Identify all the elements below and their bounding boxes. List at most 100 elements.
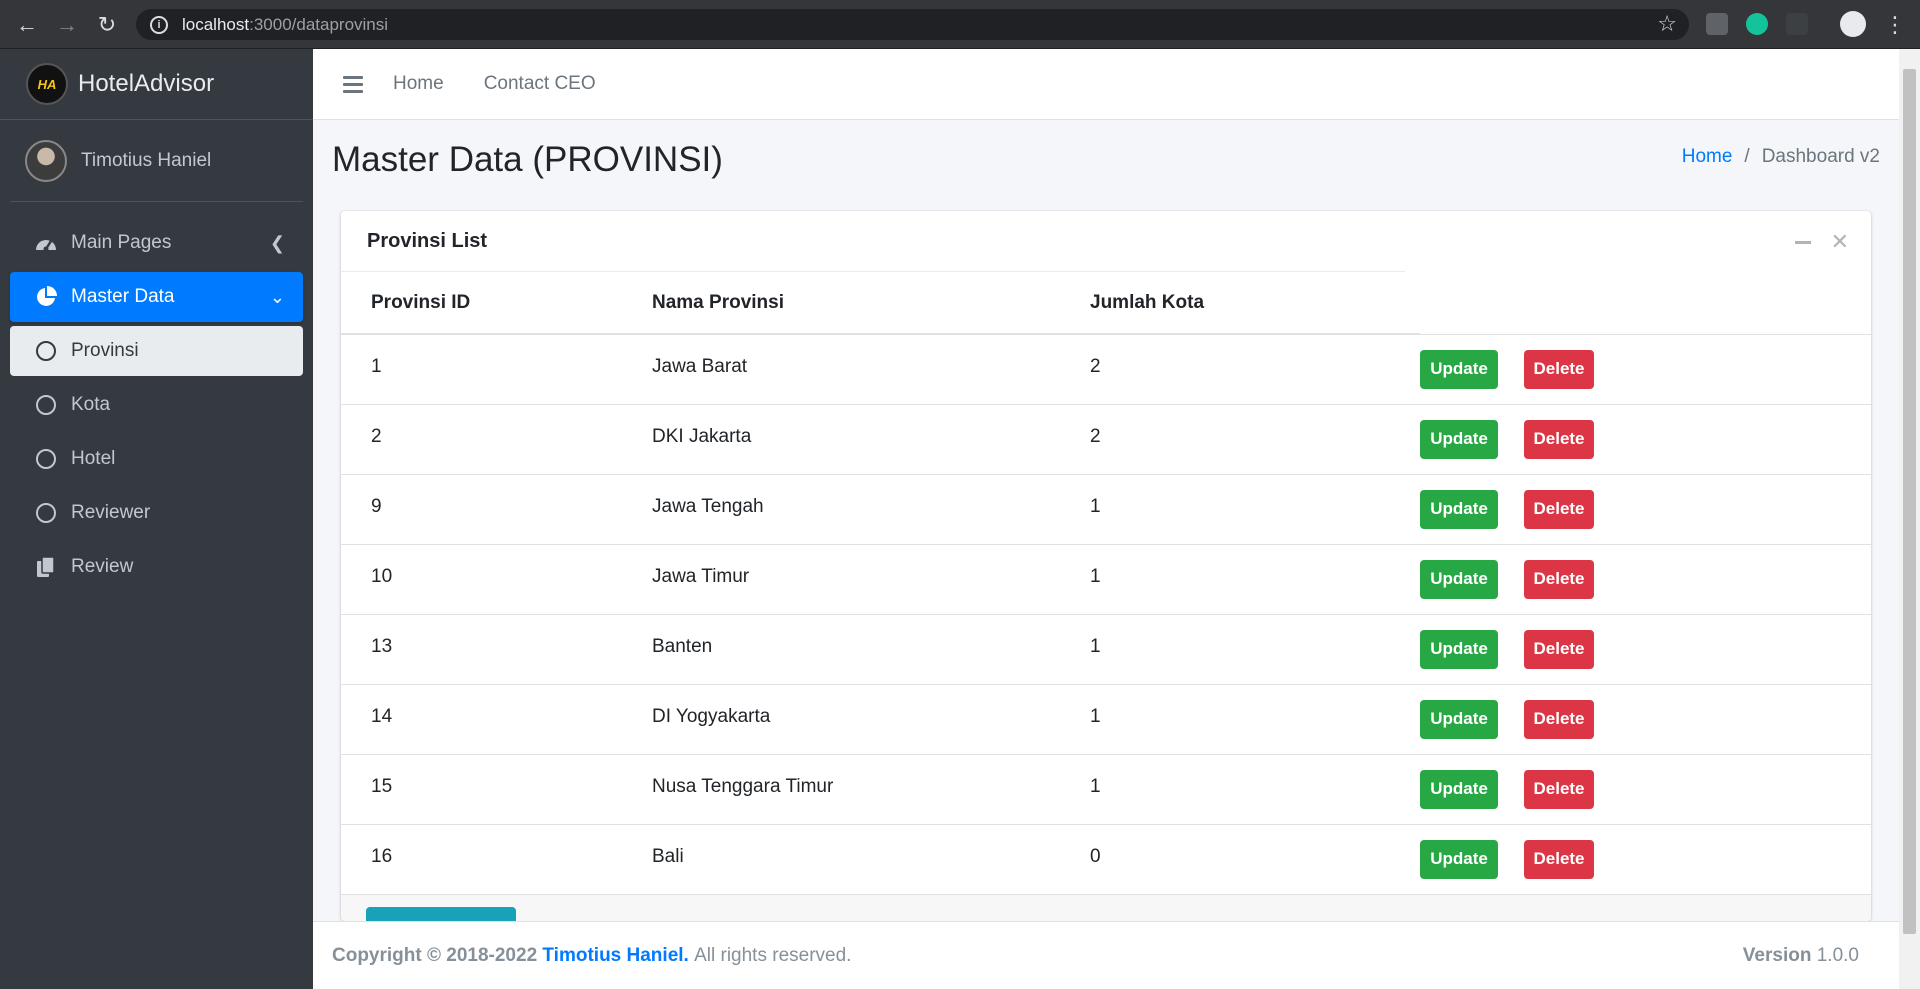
cell-provinsi-id: 9	[341, 473, 652, 544]
update-button[interactable]: Update	[1420, 489, 1498, 529]
update-button[interactable]: Update	[1420, 769, 1498, 809]
circle-icon	[34, 502, 58, 524]
column-header-provinsi-id: Provinsi ID	[341, 272, 652, 335]
cell-nama-provinsi: DI Yogyakarta	[652, 683, 1090, 754]
cell-jumlah-kota: 1	[1090, 613, 1420, 684]
nav-contact-link[interactable]: Contact CEO	[484, 73, 596, 95]
back-icon[interactable]: ←	[12, 10, 42, 40]
add-provinsi-button[interactable]	[366, 907, 516, 921]
profile-avatar-icon[interactable]	[1840, 11, 1866, 37]
table-row: 15 Nusa Tenggara Timur 1 Update Delete	[341, 753, 1871, 824]
delete-button[interactable]: Delete	[1524, 769, 1594, 809]
cell-nama-provinsi: Bali	[652, 823, 1090, 894]
delete-button[interactable]: Delete	[1524, 419, 1594, 459]
sidebar-item-review[interactable]: Review	[10, 542, 303, 592]
bookmark-star-icon[interactable]: ☆	[1657, 11, 1677, 37]
card-footer	[341, 894, 1871, 921]
page-scrollbar[interactable]	[1899, 49, 1920, 989]
cell-actions: Update Delete	[1420, 543, 1871, 614]
cell-provinsi-id: 10	[341, 543, 652, 614]
hamburger-menu-icon[interactable]	[343, 75, 363, 93]
update-button[interactable]: Update	[1420, 629, 1498, 669]
circle-icon	[34, 448, 58, 470]
table-row: 1 Jawa Barat 2 Update Delete	[341, 333, 1871, 404]
address-url[interactable]: localhost:3000/dataprovinsi	[182, 15, 388, 35]
sidebar-item-label: Main Pages	[71, 232, 172, 253]
nav-home-link[interactable]: Home	[393, 73, 444, 95]
cell-provinsi-id: 13	[341, 613, 652, 684]
provinsi-table: Provinsi ID Nama Provinsi Jumlah Kota 1J…	[341, 272, 1871, 894]
sidebar-item-provinsi[interactable]: Provinsi	[10, 326, 303, 376]
update-button[interactable]: Update	[1420, 419, 1498, 459]
delete-button[interactable]: Delete	[1524, 489, 1594, 529]
cell-nama-provinsi: Jawa Tengah	[652, 473, 1090, 544]
cell-provinsi-id: 2	[341, 403, 652, 474]
brand-name: HotelAdvisor	[78, 70, 215, 97]
table-row: 9 Jawa Tengah 1 Update Delete	[341, 473, 1871, 544]
sidebar-item-reviewer[interactable]: Reviewer	[10, 488, 303, 538]
provinsi-card: Provinsi List ✕ Provinsi ID Nama Provins…	[341, 211, 1871, 921]
sidebar-item-label: Master Data	[71, 286, 175, 307]
table-row: 2 DKI Jakarta 2 Update Delete	[341, 403, 1871, 474]
footer-version: Version 1.0.0	[1742, 944, 1859, 966]
circle-icon	[34, 394, 58, 416]
sidebar-item-hotel[interactable]: Hotel	[10, 434, 303, 484]
table-row: 13 Banten 1 Update Delete	[341, 613, 1871, 684]
cell-actions: Update Delete	[1420, 823, 1871, 894]
card-header: Provinsi List	[341, 211, 1405, 272]
table-row: 14 DI Yogyakarta 1 Update Delete	[341, 683, 1871, 754]
footer-author-link[interactable]: Timotius Haniel.	[542, 945, 688, 967]
update-button[interactable]: Update	[1420, 349, 1498, 389]
cell-actions: Update Delete	[1420, 403, 1871, 474]
scrollbar-thumb[interactable]	[1903, 69, 1916, 934]
page-title: Master Data (PROVINSI)	[332, 140, 723, 179]
update-button[interactable]: Update	[1420, 839, 1498, 879]
column-header-jumlah-kota: Jumlah Kota	[1090, 272, 1420, 335]
card-title: Provinsi List	[367, 229, 488, 252]
site-info-icon[interactable]: i	[150, 15, 168, 34]
avatar	[25, 139, 67, 182]
delete-button[interactable]: Delete	[1524, 559, 1594, 599]
forward-icon[interactable]: →	[52, 10, 82, 40]
delete-button[interactable]: Delete	[1524, 349, 1594, 389]
extension-icon[interactable]	[1706, 13, 1728, 35]
sidebar-item-master-data[interactable]: Master Data ⌄	[10, 272, 303, 322]
browser-menu-icon[interactable]: ⋮	[1880, 10, 1910, 40]
cell-jumlah-kota: 1	[1090, 543, 1420, 614]
sidebar-item-label: Reviewer	[71, 502, 151, 523]
sidebar-item-main-pages[interactable]: Main Pages ❮	[10, 218, 303, 268]
extension-pen-icon[interactable]	[1786, 13, 1808, 35]
sidebar-item-kota[interactable]: Kota	[10, 380, 303, 430]
breadcrumb-separator: /	[1744, 146, 1750, 167]
sidebar-item-label: Hotel	[71, 448, 116, 469]
breadcrumb-home-link[interactable]: Home	[1682, 146, 1733, 167]
close-icon[interactable]: ✕	[1831, 229, 1849, 255]
cell-actions: Update Delete	[1420, 333, 1871, 404]
grammarly-icon[interactable]	[1746, 13, 1768, 35]
brand-logo: HA	[26, 63, 68, 105]
table-header-row: Provinsi ID Nama Provinsi Jumlah Kota	[341, 272, 1871, 335]
update-button[interactable]: Update	[1420, 699, 1498, 739]
cell-jumlah-kota: 2	[1090, 333, 1420, 404]
collapse-icon[interactable]	[1794, 241, 1811, 244]
brand-link[interactable]: HA HotelAdvisor	[0, 49, 313, 120]
user-name[interactable]: Timotius Haniel	[81, 150, 211, 172]
delete-button[interactable]: Delete	[1524, 699, 1594, 739]
update-button[interactable]: Update	[1420, 559, 1498, 599]
cell-jumlah-kota: 2	[1090, 403, 1420, 474]
cell-provinsi-id: 1	[341, 333, 652, 404]
copy-icon	[34, 556, 58, 578]
delete-button[interactable]: Delete	[1524, 629, 1594, 669]
sidebar: HA HotelAdvisor Timotius Haniel Main Pag…	[0, 49, 313, 989]
cell-nama-provinsi: Jawa Barat	[652, 333, 1090, 404]
cell-nama-provinsi: Jawa Timur	[652, 543, 1090, 614]
reload-icon[interactable]: ↻	[92, 10, 122, 40]
cell-provinsi-id: 15	[341, 753, 652, 824]
cell-jumlah-kota: 1	[1090, 753, 1420, 824]
address-bar[interactable]: i localhost:3000/dataprovinsi ☆	[136, 9, 1689, 40]
column-header-nama-provinsi: Nama Provinsi	[652, 272, 1090, 335]
cell-nama-provinsi: Banten	[652, 613, 1090, 684]
delete-button[interactable]: Delete	[1524, 839, 1594, 879]
top-navbar: Home Contact CEO	[313, 49, 1899, 120]
chevron-left-icon: ❮	[269, 232, 285, 253]
